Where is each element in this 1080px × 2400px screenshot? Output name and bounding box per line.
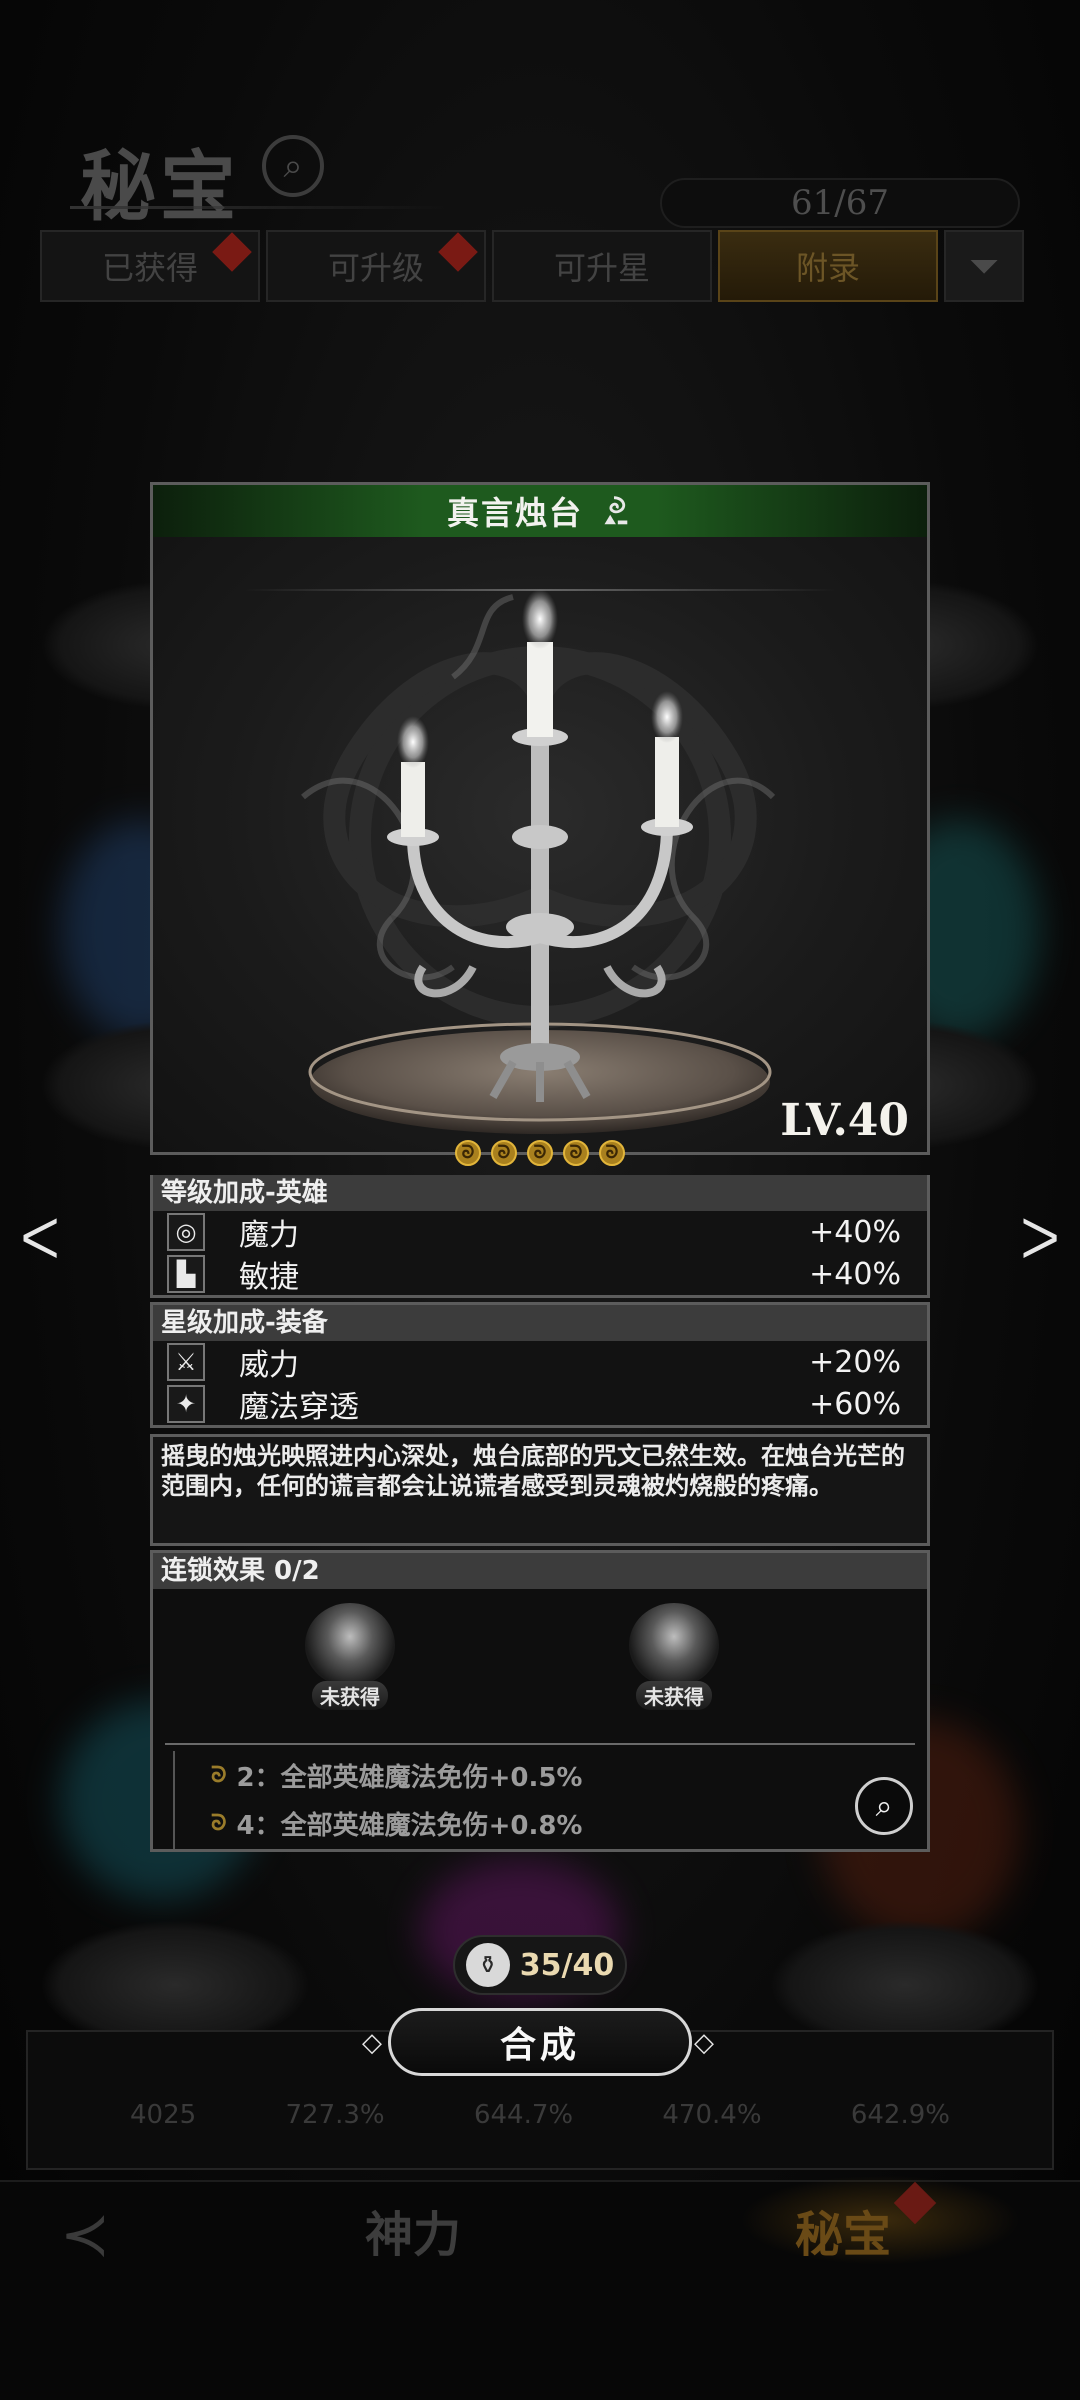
stat-value: +40% (809, 1256, 901, 1292)
stat-row-agility: ▙ 敏捷 +40% (153, 1253, 927, 1295)
combine-button[interactable]: 合成 (388, 2008, 692, 2076)
treasure-artwork: LV.40 (150, 537, 930, 1155)
combine-deco-icon: ◇ (362, 2028, 382, 2058)
bg-stat: 642.9% (850, 2100, 950, 2130)
chain-bonus-line: ᘐ 4：全部英雄魔法免伤+0.8% (183, 1799, 927, 1847)
star-icon: ᘐ (563, 1140, 589, 1166)
material-cost: ⚱ 35/40 (453, 1935, 627, 1995)
bg-back-icon: ≺ (60, 2200, 111, 2270)
stat-row-magic: ◎ 魔力 +40% (153, 1211, 927, 1253)
chain-items: 未获得 未获得 (153, 1589, 927, 1737)
bg-search-icon: ⌕ (262, 135, 324, 197)
crossed-swords-icon: ⚔ (167, 1343, 205, 1381)
treasure-detail-popup: 真言烛台 LV.40 等级加成-英雄 ◎ 魔力 +40% ▙ 敏捷 +40% 星… (150, 482, 930, 1852)
hero-bonus-header: 等级加成-英雄 (153, 1175, 927, 1211)
stat-name: 威力 (239, 1348, 299, 1383)
swirl-icon: ◎ (167, 1213, 205, 1251)
hero-bonus-section: 等级加成-英雄 ◎ 魔力 +40% ▙ 敏捷 +40% (150, 1175, 930, 1298)
stat-row-power: ⚔ 威力 +20% (153, 1341, 927, 1383)
level-label: LV.40 (780, 1095, 909, 1146)
bg-filter-icon: ⏷ (944, 230, 1024, 302)
chain-vbar (173, 1751, 175, 1849)
bg-tab-appendix: 附录 (718, 230, 938, 302)
candelabra-thumbnail (305, 1603, 395, 1687)
stat-name: 敏捷 (239, 1260, 299, 1295)
star-icon: ᘐ (491, 1140, 517, 1166)
chain-bonus-line: ᘐ 2：全部英雄魔法免伤+0.5% (183, 1751, 927, 1799)
treasure-title: 真言烛台 (446, 494, 583, 532)
bg-stat: 4025 (130, 2100, 197, 2130)
swirl-bullet-icon: ᘐ (211, 1810, 227, 1836)
bg-stat: 644.7% (473, 2100, 574, 2130)
bg-stat: 470.4% (662, 2100, 762, 2130)
bg-tab-starup: 可升星 (492, 230, 712, 302)
bg-nav-treasure: 秘宝 (795, 2207, 892, 2263)
star-rating: ᘐ ᘐ ᘐ ᘐ ᘐ (150, 1140, 930, 1166)
chain-bonus-text: 4：全部英雄魔法免伤+0.8% (236, 1810, 583, 1841)
popup-header: 真言烛台 (150, 482, 930, 537)
bg-red-dot-icon (438, 232, 478, 272)
star-icon: ᘐ (599, 1140, 625, 1166)
bg-tab-upgradable: 可升级 (266, 230, 486, 302)
chain-divider (165, 1737, 915, 1751)
serpent-thumbnail (629, 1603, 719, 1687)
material-count: 35/40 (519, 1947, 615, 1983)
stat-name: 魔力 (239, 1218, 299, 1253)
bg-page-title: 秘宝 (80, 142, 240, 231)
bg-stat: 727.3% (285, 2100, 385, 2130)
chain-bonus-text: 2：全部英雄魔法免伤+0.5% (236, 1762, 583, 1793)
magic-pierce-icon: ✦ (167, 1385, 205, 1423)
stat-value: +40% (809, 1214, 901, 1250)
equip-bonus-section: 星级加成-装备 ⚔ 威力 +20% ✦ 魔法穿透 +60% (150, 1302, 930, 1428)
magic-swirl-icon (604, 496, 628, 525)
star-icon: ᘐ (455, 1140, 481, 1166)
star-icon: ᘐ (527, 1140, 553, 1166)
treasure-description: 摇曳的烛光映照进内心深处，烛台底部的咒文已然生效。在烛台光芒的范围内，任何的谎言… (150, 1434, 930, 1546)
chain-effect-section: 连锁效果 0/2 未获得 未获得 ᘐ 2：全部英雄魔法免伤+0.5% ᘐ 4：全… (150, 1550, 930, 1852)
material-icon: ⚱ (465, 1943, 510, 1987)
stat-value: +60% (809, 1386, 901, 1422)
swirl-bullet-icon: ᘐ (211, 1762, 227, 1788)
bg-tab-owned: 已获得 (40, 230, 260, 302)
bg-red-dot-icon (212, 232, 252, 272)
stat-value: +20% (809, 1344, 901, 1380)
chain-effect-header: 连锁效果 0/2 (153, 1553, 927, 1589)
boot-icon: ▙ (167, 1255, 205, 1293)
bg-collection-count: 61/67 (660, 178, 1020, 228)
chain-item-status: 未获得 (312, 1681, 388, 1710)
next-arrow-icon[interactable]: ᐳ (1020, 1208, 1060, 1272)
stat-row-magic-pierce: ✦ 魔法穿透 +60% (153, 1383, 927, 1425)
bg-tab-bar: 已获得 可升级 可升星 附录 ⏷ (40, 230, 1040, 302)
bg-title-underline (70, 206, 450, 209)
prev-arrow-icon[interactable]: ᐸ (20, 1208, 60, 1272)
magnify-button[interactable]: ⌕ (855, 1777, 913, 1835)
bg-stats-row: 4025 727.3% 644.7% 470.4% 642.9% (130, 2100, 950, 2130)
chain-item-candelabra[interactable]: 未获得 (295, 1603, 405, 1710)
combine-deco-icon: ◇ (694, 2028, 714, 2058)
candelabra-illustration (301, 589, 776, 1134)
bg-nav-divine-power: 神力 (365, 2207, 462, 2263)
chain-item-serpent[interactable]: 未获得 (619, 1603, 729, 1710)
chain-item-status: 未获得 (636, 1681, 712, 1710)
stat-name: 魔法穿透 (239, 1390, 359, 1425)
equip-bonus-header: 星级加成-装备 (153, 1305, 927, 1341)
chain-bonus-list: ᘐ 2：全部英雄魔法免伤+0.5% ᘐ 4：全部英雄魔法免伤+0.8% ⌕ (153, 1751, 927, 1849)
